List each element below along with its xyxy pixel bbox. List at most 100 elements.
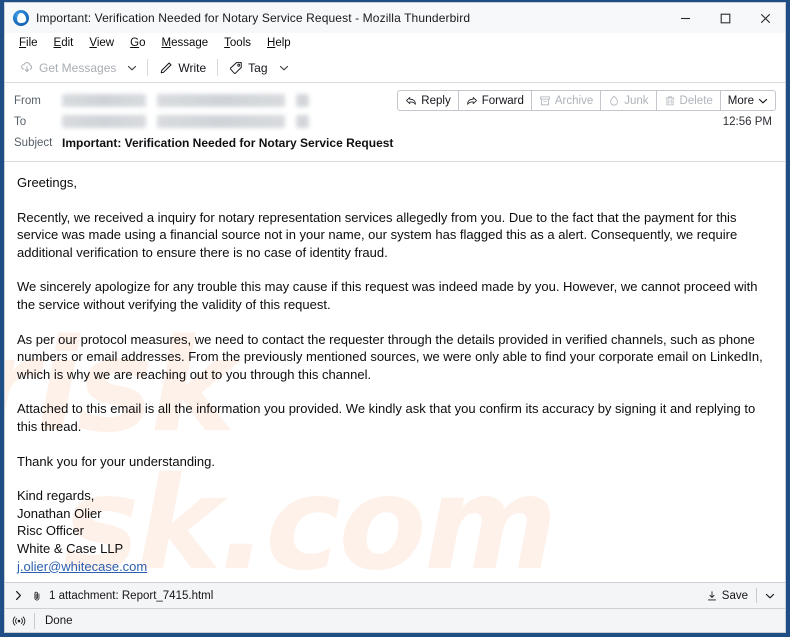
menu-help-rest: elp <box>275 37 291 49</box>
forward-label: Forward <box>481 94 524 107</box>
pencil-icon <box>159 61 173 75</box>
menu-go-rest: o <box>139 37 146 49</box>
archive-button[interactable]: Archive <box>530 90 602 111</box>
menu-edit-rest: dit <box>61 37 74 49</box>
attachment-save-dropdown[interactable] <box>759 589 781 603</box>
attachment-divider <box>756 588 757 603</box>
menu-go-accel: G <box>130 37 140 49</box>
chevron-down-icon <box>758 96 768 106</box>
archive-label: Archive <box>554 94 594 107</box>
menu-message[interactable]: Message <box>153 36 216 50</box>
reply-button[interactable]: Reply <box>397 90 459 111</box>
menu-view-accel: V <box>89 37 97 49</box>
thunderbird-icon <box>13 10 29 26</box>
get-messages-button[interactable]: Get Messages <box>14 58 122 78</box>
toolbar-divider-2 <box>217 59 219 76</box>
toolbar-divider-1 <box>147 59 149 76</box>
from-row: From Reply Forward Archive Junk Delete M… <box>14 90 776 111</box>
menu-file-rest: ile <box>26 37 38 49</box>
forward-button[interactable]: Forward <box>457 90 532 111</box>
body-paragraph-4: Attached to this email is all the inform… <box>17 401 756 434</box>
status-divider <box>34 612 35 629</box>
signature-closing: Kind regards, <box>17 488 95 504</box>
body-greeting: Greetings, <box>17 175 77 190</box>
attachment-label: 1 attachment: Report_7415.html <box>49 589 214 602</box>
tag-dropdown[interactable] <box>274 60 294 76</box>
download-cloud-icon <box>20 61 34 75</box>
archive-box-icon <box>539 95 551 107</box>
to-label: To <box>14 115 27 128</box>
delete-label: Delete <box>679 94 713 107</box>
menu-view[interactable]: View <box>81 36 122 50</box>
attachment-save-label: Save <box>721 589 748 602</box>
tag-label: Tag <box>248 60 268 75</box>
from-value-redacted-badge <box>296 94 309 107</box>
menu-tools-rest: ools <box>229 37 252 49</box>
menu-message-accel: M <box>161 37 172 49</box>
subject-label: Subject <box>14 136 53 149</box>
to-value-redacted-name <box>62 115 146 128</box>
to-row: To 12:56 PM <box>14 111 776 132</box>
from-value-redacted-address <box>157 94 285 107</box>
to-value-redacted-badge <box>296 115 309 128</box>
trash-icon <box>664 95 676 107</box>
body-paragraph-2: We sincerely apologize for any trouble t… <box>17 279 758 312</box>
menu-go[interactable]: Go <box>122 36 153 50</box>
reply-arrow-icon <box>405 95 417 107</box>
write-label: Write <box>178 60 207 75</box>
broadcast-icon <box>12 614 26 628</box>
from-value-redacted-name <box>62 94 146 107</box>
body-paragraph-5: Thank you for your understanding. <box>17 453 216 469</box>
forward-arrow-icon <box>466 95 478 107</box>
menu-file[interactable]: File <box>11 36 46 50</box>
message-header: From Reply Forward Archive Junk Delete M… <box>5 83 785 162</box>
menu-edit[interactable]: Edit <box>46 36 82 50</box>
more-label: More <box>727 94 754 107</box>
junk-button[interactable]: Junk <box>600 90 657 111</box>
window-controls <box>665 3 785 33</box>
tag-button[interactable]: Tag <box>223 58 273 78</box>
attachment-actions: Save <box>700 588 781 604</box>
email-body: Greetings, Recently, we received a inqui… <box>5 162 785 581</box>
title-bar: Important: Verification Needed for Notar… <box>5 3 785 33</box>
download-icon <box>706 590 718 602</box>
main-toolbar: Get Messages Write Tag <box>5 53 785 83</box>
tag-icon <box>229 61 243 75</box>
body-paragraph-1: Recently, we received a inquiry for nota… <box>17 209 738 260</box>
window-title: Important: Verification Needed for Notar… <box>36 11 471 25</box>
signature-email-link[interactable]: j.olier@whitecase.com <box>17 559 147 574</box>
paperclip-icon <box>31 590 43 602</box>
menu-message-rest: essage <box>171 37 209 49</box>
menu-tools[interactable]: Tools <box>216 36 259 50</box>
reply-label: Reply <box>421 94 451 107</box>
attachment-save-button[interactable]: Save <box>700 588 754 604</box>
attachment-bar: 1 attachment: Report_7415.html Save <box>5 582 785 608</box>
get-messages-label: Get Messages <box>39 60 117 75</box>
message-timestamp: 12:56 PM <box>722 115 772 128</box>
subject-row: Subject Important: Verification Needed f… <box>14 132 776 153</box>
from-label: From <box>14 94 41 107</box>
close-button[interactable] <box>745 3 785 33</box>
junk-flame-icon <box>608 95 620 107</box>
menu-help[interactable]: Help <box>259 36 299 50</box>
signature-name: Jonathan Olier <box>17 505 102 521</box>
get-messages-dropdown[interactable] <box>122 60 142 76</box>
write-button[interactable]: Write <box>153 58 212 78</box>
signature-role: Risc Officer <box>17 523 84 539</box>
menu-bar: File Edit View Go Message Tools Help <box>5 33 785 53</box>
menu-file-accel: F <box>19 37 27 49</box>
status-bar: Done <box>5 608 785 632</box>
subject-value: Important: Verification Needed for Notar… <box>62 135 394 150</box>
delete-button[interactable]: Delete <box>655 90 721 111</box>
chevron-right-icon[interactable] <box>13 590 24 601</box>
message-actions: Reply Forward Archive Junk Delete More <box>397 90 776 111</box>
thunderbird-window: Important: Verification Needed for Notar… <box>4 2 786 633</box>
status-text: Done <box>45 614 73 627</box>
minimize-button[interactable] <box>665 3 705 33</box>
message-body-pane: risk sk.com Greetings, Recently, we rece… <box>5 162 785 582</box>
junk-label: Junk <box>624 94 649 107</box>
to-value-redacted-address <box>157 115 285 128</box>
maximize-button[interactable] <box>705 3 745 33</box>
more-button[interactable]: More <box>719 90 776 111</box>
body-paragraph-3: As per our protocol measures, we need to… <box>17 331 763 382</box>
